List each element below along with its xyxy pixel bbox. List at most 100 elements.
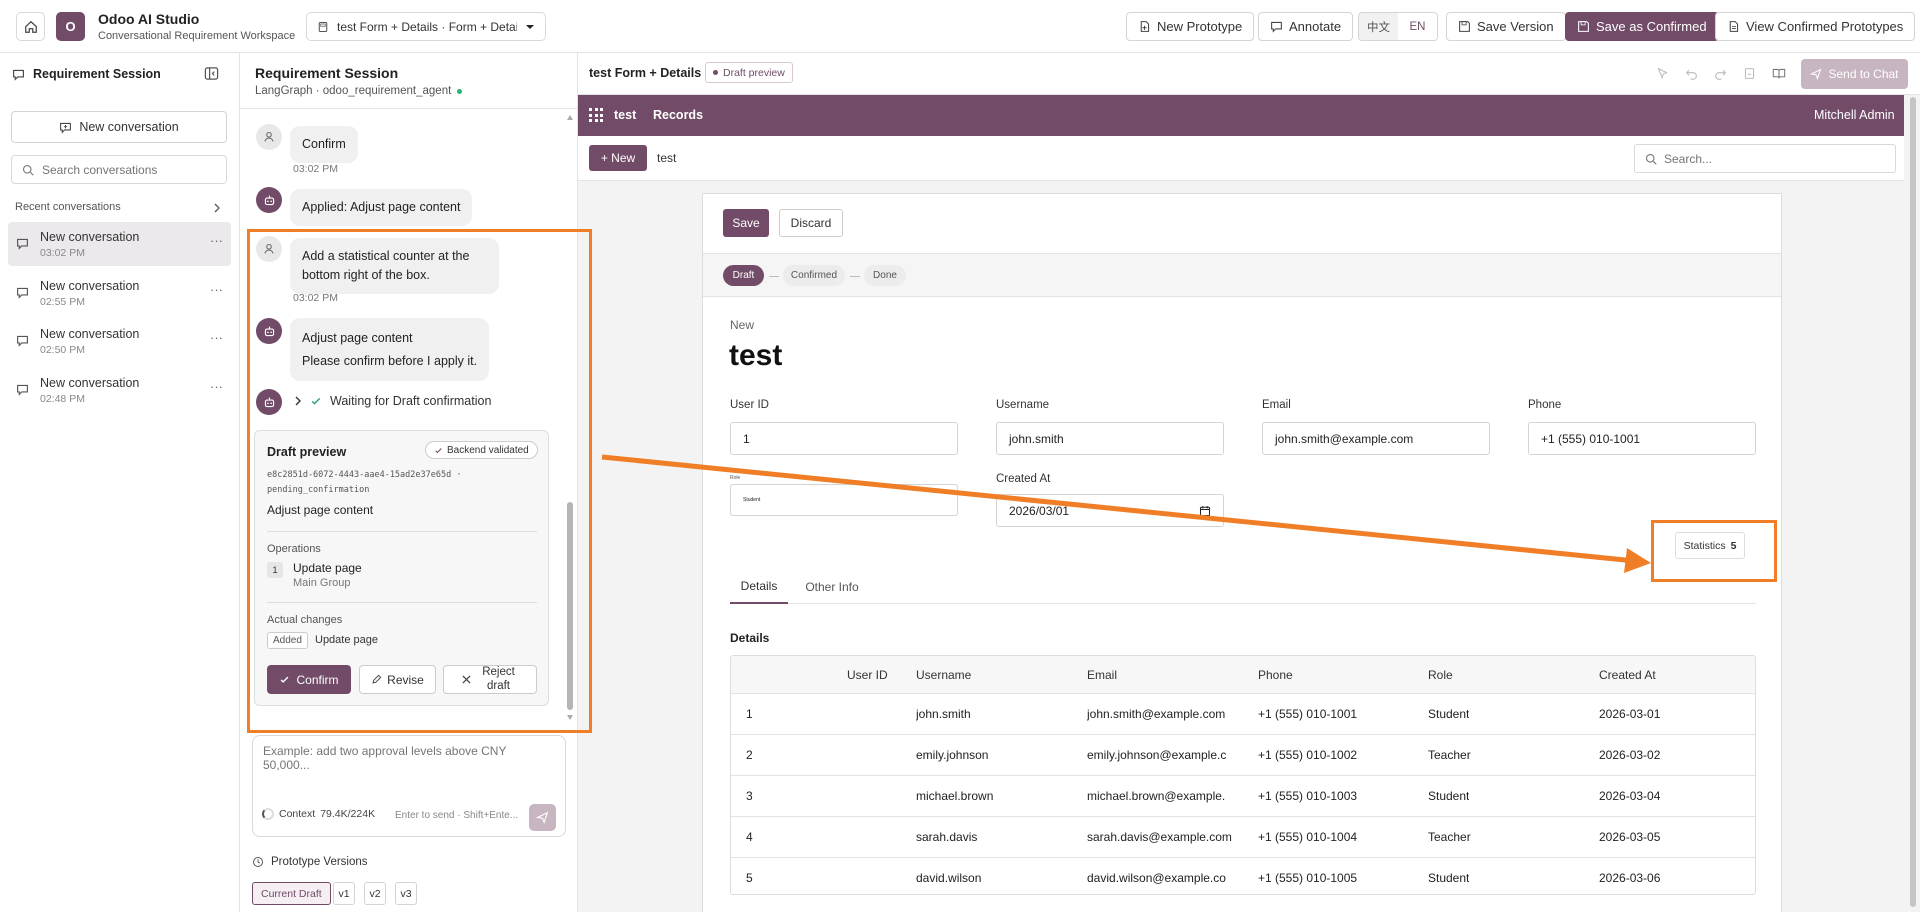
odoo-app-name[interactable]: test <box>614 108 636 122</box>
column-email[interactable]: Email <box>1087 668 1117 682</box>
user-menu[interactable]: Mitchell Admin <box>1814 108 1895 122</box>
column-created-at[interactable]: Created At <box>1599 668 1656 682</box>
column-phone[interactable]: Phone <box>1258 668 1293 682</box>
preview-header: test Form + Details Draft preview Send t… <box>578 53 1920 95</box>
waiting-status[interactable]: Waiting for Draft confirmation <box>294 394 491 408</box>
search-conversations-input[interactable] <box>42 162 212 177</box>
username-field[interactable]: john.smith <box>996 422 1224 455</box>
stage-done[interactable]: Done <box>864 265 906 286</box>
stage-confirmed[interactable]: Confirmed <box>783 265 845 286</box>
send-button[interactable] <box>529 804 556 831</box>
phone-field[interactable]: +1 (555) 010-1001 <box>1528 422 1756 455</box>
conversation-item[interactable]: New conversation 02:50 PM ··· <box>8 319 231 363</box>
created-at-field[interactable]: 2026/03/01 <box>996 494 1224 527</box>
save-version-button[interactable]: Save Version <box>1446 12 1566 41</box>
odoo-search[interactable] <box>1634 144 1896 173</box>
new-prototype-button[interactable]: New Prototype <box>1126 12 1255 41</box>
column-user-id[interactable]: User ID <box>847 668 888 682</box>
save-button[interactable]: Save <box>723 209 769 237</box>
undo-icon[interactable] <box>1685 67 1698 80</box>
table-row[interactable]: 4 sarah.davis sarah.davis@example.com +1… <box>731 816 1755 857</box>
more-options-icon[interactable]: ··· <box>210 330 223 345</box>
cell-email: michael.brown@example. <box>1087 789 1226 803</box>
tab-other-info[interactable]: Other Info <box>796 569 868 604</box>
cell-role: Teacher <box>1428 748 1471 762</box>
role-field[interactable]: Student <box>730 484 958 516</box>
conversation-item[interactable]: New conversation 03:02 PM ··· <box>8 222 231 266</box>
user-avatar <box>256 124 282 150</box>
chat-input[interactable] <box>263 744 555 794</box>
search-conversations[interactable] <box>11 155 227 184</box>
reject-draft-button[interactable]: Reject draft <box>443 665 537 694</box>
save-file-icon[interactable] <box>1743 67 1756 80</box>
menu-records[interactable]: Records <box>653 108 703 122</box>
more-options-icon[interactable]: ··· <box>210 379 223 394</box>
statistics-value: 5 <box>1730 539 1737 552</box>
more-options-icon[interactable]: ··· <box>210 282 223 297</box>
table-row[interactable]: 5 david.wilson david.wilson@example.co +… <box>731 857 1755 894</box>
tab-details[interactable]: Details <box>730 569 788 604</box>
breadcrumb[interactable]: test <box>657 151 676 165</box>
odoo-search-input[interactable] <box>1664 151 1884 166</box>
chat-scrollbar[interactable] <box>566 115 574 722</box>
scroll-down-arrow[interactable] <box>567 715 573 720</box>
cell-user-id: 4 <box>746 830 753 844</box>
email-field[interactable]: john.smith@example.com <box>1262 422 1490 455</box>
conversation-item[interactable]: New conversation 02:55 PM ··· <box>8 271 231 315</box>
scroll-up-arrow[interactable] <box>567 115 573 120</box>
agent-name: LangGraph · odoo_requirement_agent <box>255 85 452 97</box>
prototype-selector[interactable]: test Form + Details · Form + Details <box>306 12 546 41</box>
revise-draft-button[interactable]: Revise <box>359 665 436 694</box>
confirm-draft-button[interactable]: Confirm <box>267 665 351 694</box>
record-title: test <box>729 339 783 372</box>
scrollbar-thumb[interactable] <box>567 502 573 710</box>
cell-role: Student <box>1428 871 1470 885</box>
apps-menu-icon[interactable] <box>589 108 603 122</box>
statistics-counter[interactable]: Statistics 5 <box>1675 532 1745 559</box>
pointer-icon[interactable] <box>1656 67 1669 80</box>
version-current-draft[interactable]: Current Draft <box>252 882 331 905</box>
document-icon <box>1729 21 1739 32</box>
view-confirmed-prototypes-button[interactable]: View Confirmed Prototypes <box>1715 12 1916 41</box>
view-confirmed-label: View Confirmed Prototypes <box>1746 19 1904 34</box>
annotate-button[interactable]: Annotate <box>1258 12 1354 41</box>
conversation-title: New conversation <box>40 376 140 390</box>
close-icon <box>461 675 471 684</box>
version-v2[interactable]: v2 <box>364 882 386 905</box>
book-icon[interactable] <box>1772 67 1786 80</box>
new-record-button[interactable]: + New <box>589 145 647 171</box>
table-row[interactable]: 3 michael.brown michael.brown@example. +… <box>731 775 1755 816</box>
prototype-selector-label: test Form + Details · Form + Details <box>337 19 517 34</box>
discard-button[interactable]: Discard <box>779 209 843 237</box>
table-row[interactable]: 2 emily.johnson emily.johnson@example.c … <box>731 734 1755 775</box>
new-conversation-button[interactable]: New conversation <box>11 111 227 143</box>
user-id-field[interactable]: 1 <box>730 422 958 455</box>
draft-preview-title: Draft preview <box>267 445 347 459</box>
check-icon <box>311 397 321 405</box>
more-options-icon[interactable]: ··· <box>210 233 223 248</box>
chat-icon <box>17 238 28 250</box>
send-to-chat-button[interactable]: Send to Chat <box>1801 59 1908 89</box>
version-v1[interactable]: v1 <box>333 882 355 905</box>
table-header: User ID Username Email Phone Role Create… <box>731 656 1755 693</box>
save-as-confirmed-button[interactable]: Save as Confirmed <box>1565 12 1719 41</box>
chevron-right-icon[interactable] <box>213 203 221 213</box>
version-v3[interactable]: v3 <box>395 882 417 905</box>
redo-icon[interactable] <box>1714 67 1727 80</box>
conversation-item[interactable]: New conversation 02:48 PM ··· <box>8 368 231 412</box>
main-scrollbar[interactable] <box>1910 97 1916 907</box>
table-row[interactable]: 1 john.smith john.smith@example.com +1 (… <box>731 693 1755 734</box>
app-name: Odoo AI Studio <box>98 11 200 27</box>
column-username[interactable]: Username <box>916 668 971 682</box>
column-role[interactable]: Role <box>1428 668 1453 682</box>
comment-icon <box>1271 21 1282 33</box>
collapse-sidebar-button[interactable] <box>204 66 220 82</box>
calendar-icon[interactable] <box>1199 505 1211 517</box>
context-label: Context <box>279 808 316 820</box>
stage-separator <box>769 276 779 277</box>
lang-en-option[interactable]: EN <box>1398 13 1437 40</box>
stage-draft[interactable]: Draft <box>723 265 764 286</box>
home-button[interactable] <box>16 12 45 41</box>
draft-id: e8c2851d-6072-4443-aae4-15ad2e37e65d · p… <box>267 470 462 495</box>
lang-zh-option[interactable]: 中文 <box>1359 13 1398 40</box>
